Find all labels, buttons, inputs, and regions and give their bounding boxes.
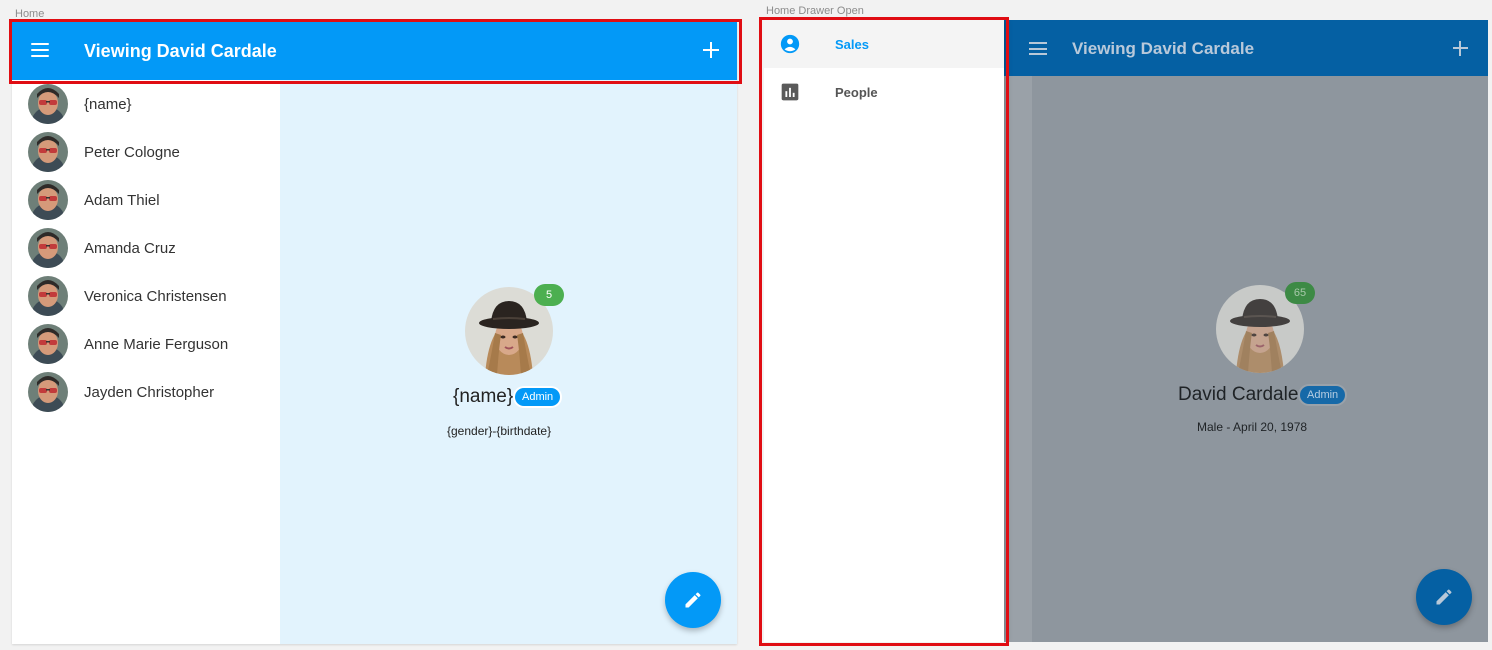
profile-name: {name}: [453, 386, 514, 407]
count-badge: 5: [534, 284, 564, 306]
avatar: [28, 324, 68, 364]
profile-info: {gender}-{birthdate}: [447, 424, 552, 438]
drawer-item-people[interactable]: People: [764, 68, 1004, 116]
avatar: [28, 276, 68, 316]
list-item[interactable]: Jayden Christopher: [12, 368, 280, 416]
role-badge: Admin: [515, 388, 561, 406]
role-badge: Admin: [1300, 386, 1346, 404]
edit-fab-button[interactable]: [1416, 569, 1472, 625]
profile-info: Male - April 20, 1978: [1197, 420, 1308, 434]
avatar: [28, 180, 68, 220]
person-name: {name}: [84, 95, 132, 113]
list-item[interactable]: Adam Thiel: [12, 176, 280, 224]
drawer-item-label: People: [835, 85, 878, 100]
scrim-list-strip: [1004, 76, 1032, 642]
avatar: [28, 228, 68, 268]
person-name: Peter Cologne: [84, 143, 180, 161]
navigation-drawer: Sales People: [764, 20, 1004, 642]
list-item[interactable]: Veronica Christensen: [12, 272, 280, 320]
list-item[interactable]: Amanda Cruz: [12, 224, 280, 272]
menu-icon[interactable]: [31, 43, 49, 57]
drawer-item-label: Sales: [835, 37, 869, 52]
profile-detail-pane: 5 {name} Admin {gender}-{birthdate}: [280, 80, 737, 644]
profile-name: David Cardale: [1178, 384, 1299, 405]
drawer-open-screen: Viewing David Cardale 65 David Cardale A…: [764, 20, 1488, 642]
avatar: [28, 132, 68, 172]
avatar: [28, 84, 68, 124]
pencil-icon: [1436, 589, 1452, 605]
people-list: {name} Peter Cologne Adam Thiel Amanda C…: [12, 80, 280, 644]
menu-icon[interactable]: [1029, 42, 1047, 55]
drawer-item-sales[interactable]: Sales: [764, 20, 1004, 68]
person-name: Veronica Christensen: [84, 287, 227, 305]
app-bar: Viewing David Cardale: [12, 22, 737, 80]
person-name: Jayden Christopher: [84, 383, 215, 401]
account-circle-icon: [780, 34, 800, 54]
plus-icon[interactable]: [1453, 41, 1468, 56]
scrim-overlay[interactable]: Viewing David Cardale 65 David Cardale A…: [1004, 20, 1488, 642]
person-name: Anne Marie Ferguson: [84, 335, 229, 353]
frame-label-home: Home: [15, 8, 45, 20]
person-name: Adam Thiel: [84, 191, 160, 209]
list-item[interactable]: {name}: [12, 80, 280, 128]
bar-chart-icon: [781, 83, 799, 101]
list-item[interactable]: Peter Cologne: [12, 128, 280, 176]
person-name: Amanda Cruz: [84, 239, 176, 257]
list-item[interactable]: Anne Marie Ferguson: [12, 320, 280, 368]
frame-label-home-drawer-open: Home Drawer Open: [766, 5, 864, 17]
plus-icon[interactable]: [703, 42, 719, 58]
edit-fab-button[interactable]: [665, 572, 721, 628]
app-bar-dimmed: Viewing David Cardale: [1004, 20, 1488, 76]
home-screen: Viewing David Cardale {name} Peter Colog…: [12, 22, 737, 644]
app-bar-title: Viewing David Cardale: [84, 41, 277, 61]
count-badge: 65: [1285, 282, 1315, 304]
avatar: [28, 372, 68, 412]
pencil-icon: [685, 592, 701, 608]
app-bar-title: Viewing David Cardale: [1072, 39, 1255, 58]
